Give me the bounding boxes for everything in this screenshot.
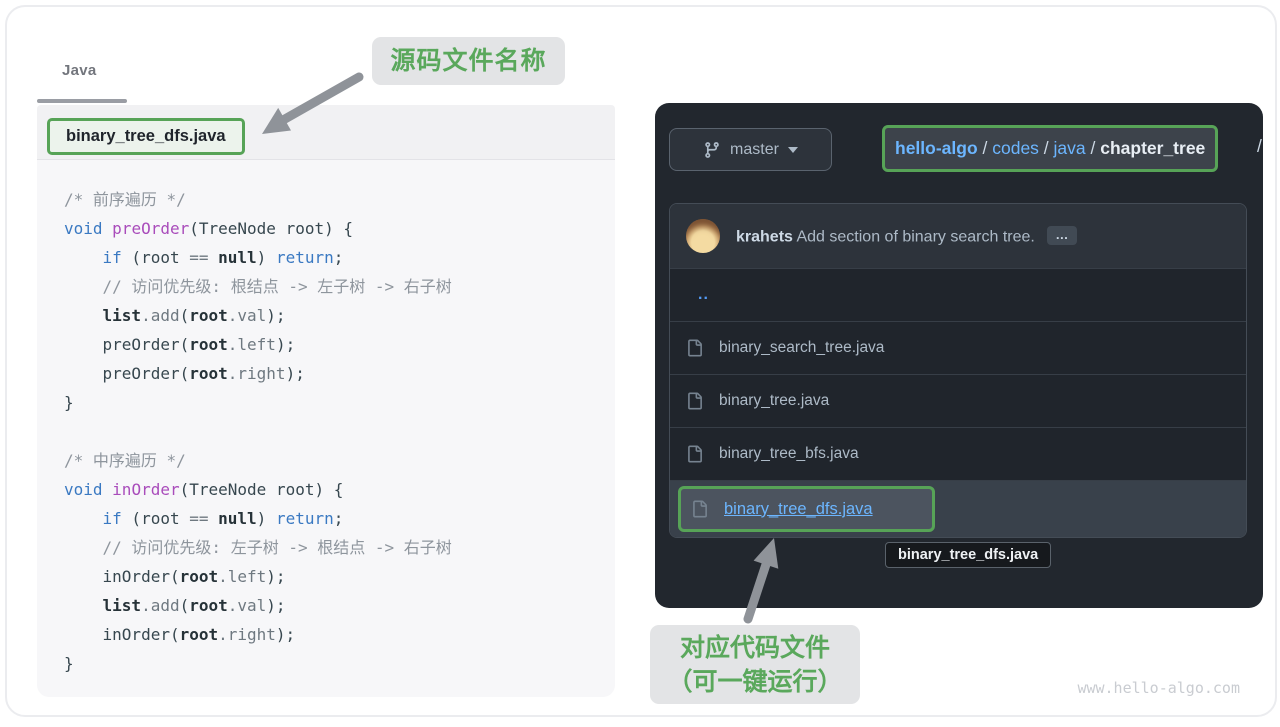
source-filename: binary_tree_dfs.java bbox=[66, 127, 226, 146]
tab-active-indicator bbox=[37, 99, 127, 103]
file-row-binary-tree-bfs[interactable]: binary_tree_bfs.java bbox=[670, 427, 1246, 480]
commit-author[interactable]: krahets bbox=[736, 228, 793, 245]
watermark: www.hello-algo.com bbox=[1077, 679, 1240, 697]
callout-code-file-line1: 对应代码文件 bbox=[650, 631, 860, 665]
file-name[interactable]: binary_search_tree.java bbox=[719, 339, 884, 357]
file-icon bbox=[686, 444, 703, 464]
callout-source-filename: 源码文件名称 bbox=[372, 37, 565, 85]
breadcrumb-repo[interactable]: hello-algo bbox=[895, 138, 978, 159]
callout-code-file-line2: （可一键运行） bbox=[650, 665, 860, 699]
latest-commit-row: krahets Add section of binary search tre… bbox=[670, 204, 1246, 268]
git-branch-icon bbox=[703, 141, 721, 159]
breadcrumb-separator: / bbox=[978, 138, 993, 159]
breadcrumb-java[interactable]: java bbox=[1054, 138, 1086, 159]
branch-selector-button[interactable]: master bbox=[669, 128, 832, 171]
parent-dir-row[interactable]: .. bbox=[670, 268, 1246, 321]
breadcrumb-highlight-box: hello-algo / codes / java / chapter_tree bbox=[882, 125, 1218, 172]
branch-name: master bbox=[730, 141, 779, 159]
file-icon bbox=[686, 391, 703, 411]
breadcrumb-separator: / bbox=[1039, 138, 1054, 159]
file-icon bbox=[686, 338, 703, 358]
callout-code-file: 对应代码文件 （可一键运行） bbox=[650, 625, 860, 704]
file-row-binary-search-tree[interactable]: binary_search_tree.java bbox=[670, 321, 1246, 374]
parent-dir-link[interactable]: .. bbox=[686, 286, 709, 304]
source-filename-highlight-box: binary_tree_dfs.java bbox=[47, 118, 245, 155]
file-row-binary-tree[interactable]: binary_tree.java bbox=[670, 374, 1246, 427]
avatar[interactable] bbox=[686, 219, 720, 253]
breadcrumb-current-dir: chapter_tree bbox=[1100, 138, 1205, 159]
commit-more-button[interactable]: … bbox=[1047, 226, 1077, 245]
code-panel: binary_tree_dfs.java /* 前序遍历 */void preO… bbox=[37, 105, 615, 697]
github-panel: master hello-algo / codes / java / chapt… bbox=[655, 103, 1263, 608]
breadcrumb-trailing-slash: / bbox=[1257, 136, 1262, 157]
breadcrumb-separator: / bbox=[1086, 138, 1101, 159]
file-icon bbox=[691, 499, 708, 519]
file-tooltip: binary_tree_dfs.java bbox=[885, 542, 1051, 568]
chevron-down-icon bbox=[788, 147, 798, 153]
code-filename-strip: binary_tree_dfs.java bbox=[37, 105, 615, 160]
file-list-box: krahets Add section of binary search tre… bbox=[669, 203, 1247, 538]
breadcrumb-codes[interactable]: codes bbox=[992, 138, 1039, 159]
file-row-binary-tree-dfs[interactable]: binary_tree_dfs.java bbox=[670, 480, 1246, 537]
commit-message[interactable]: Add section of binary search tree. bbox=[793, 228, 1035, 245]
tab-java[interactable]: Java bbox=[62, 62, 97, 79]
commit-text: krahets Add section of binary search tre… bbox=[736, 226, 1077, 247]
file-highlight-box: binary_tree_dfs.java bbox=[678, 486, 935, 532]
code-block: /* 前序遍历 */void preOrder(TreeNode root) {… bbox=[64, 185, 452, 678]
highlighted-file-link[interactable]: binary_tree_dfs.java bbox=[724, 500, 873, 519]
file-name[interactable]: binary_tree.java bbox=[719, 392, 829, 410]
figure-card: Java binary_tree_dfs.java /* 前序遍历 */void… bbox=[5, 5, 1277, 717]
file-name[interactable]: binary_tree_bfs.java bbox=[719, 445, 859, 463]
